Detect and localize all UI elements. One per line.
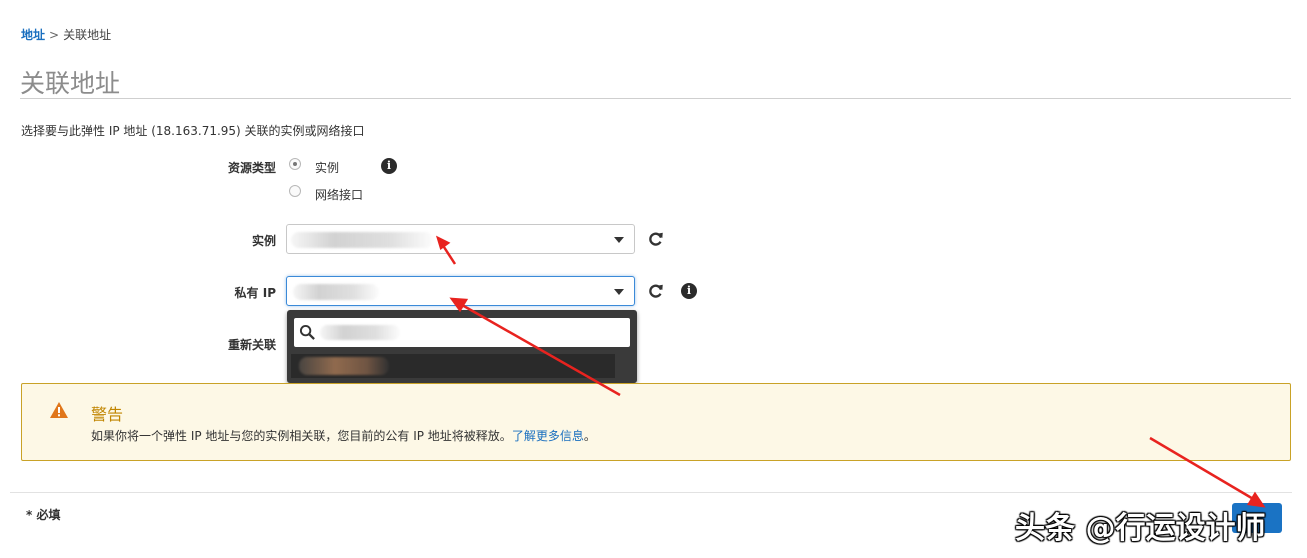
warning-alert: 警告 如果你将一个弹性 IP 地址与您的实例相关联，您目前的公有 IP 地址将被… bbox=[21, 383, 1291, 461]
intro-text: 选择要与此弹性 IP 地址 (18.163.71.95) 关联的实例或网络接口 bbox=[21, 124, 365, 138]
private-ip-select[interactable] bbox=[286, 276, 635, 306]
warning-end: 。 bbox=[583, 429, 596, 443]
learn-more-link[interactable]: 了解更多信息 bbox=[512, 429, 584, 443]
radio-instance[interactable] bbox=[289, 158, 301, 170]
chevron-down-icon bbox=[614, 237, 624, 243]
breadcrumb: 地址 > 关联地址 bbox=[21, 26, 111, 43]
refresh-icon[interactable] bbox=[647, 282, 665, 300]
instance-label: 实例 bbox=[251, 234, 276, 248]
redacted-option-value bbox=[299, 357, 389, 375]
private-ip-label: 私有 IP bbox=[234, 286, 276, 300]
title-divider bbox=[20, 98, 1291, 99]
redacted-instance-value bbox=[291, 232, 433, 248]
breadcrumb-current: 关联地址 bbox=[63, 28, 112, 42]
breadcrumb-link-addresses[interactable]: 地址 bbox=[21, 28, 45, 42]
dropdown-option[interactable] bbox=[291, 354, 615, 378]
resource-type-label: 资源类型 bbox=[227, 161, 276, 175]
radio-instance-label[interactable]: 实例 bbox=[315, 159, 339, 176]
dropdown-search-input[interactable] bbox=[294, 318, 630, 347]
annotation-arrows bbox=[435, 235, 1266, 508]
reassociate-label: 重新关联 bbox=[227, 338, 276, 352]
instance-select[interactable] bbox=[286, 224, 635, 254]
chevron-down-icon bbox=[614, 289, 624, 295]
search-icon bbox=[299, 324, 315, 340]
breadcrumb-separator: > bbox=[49, 28, 60, 42]
redacted-search-text bbox=[320, 325, 400, 340]
info-icon[interactable]: i bbox=[381, 158, 397, 174]
info-icon[interactable]: i bbox=[681, 283, 697, 299]
warning-triangle-icon bbox=[50, 402, 68, 418]
warning-title: 警告 bbox=[91, 405, 124, 424]
watermark: 头条 @行运设计师 bbox=[1015, 511, 1266, 546]
page-title: 关联地址 bbox=[20, 69, 121, 98]
footer-divider bbox=[10, 492, 1292, 493]
radio-network-interface[interactable] bbox=[289, 185, 301, 197]
refresh-icon[interactable] bbox=[647, 230, 665, 248]
warning-body: 如果你将一个弹性 IP 地址与您的实例相关联，您目前的公有 IP 地址将被释放。… bbox=[91, 427, 596, 444]
private-ip-dropdown bbox=[287, 310, 637, 383]
warning-text: 如果你将一个弹性 IP 地址与您的实例相关联，您目前的公有 IP 地址将被释放。 bbox=[91, 429, 512, 443]
required-note: * 必填 bbox=[26, 508, 61, 522]
redacted-ip-value bbox=[293, 284, 379, 300]
radio-network-interface-label[interactable]: 网络接口 bbox=[315, 186, 363, 203]
